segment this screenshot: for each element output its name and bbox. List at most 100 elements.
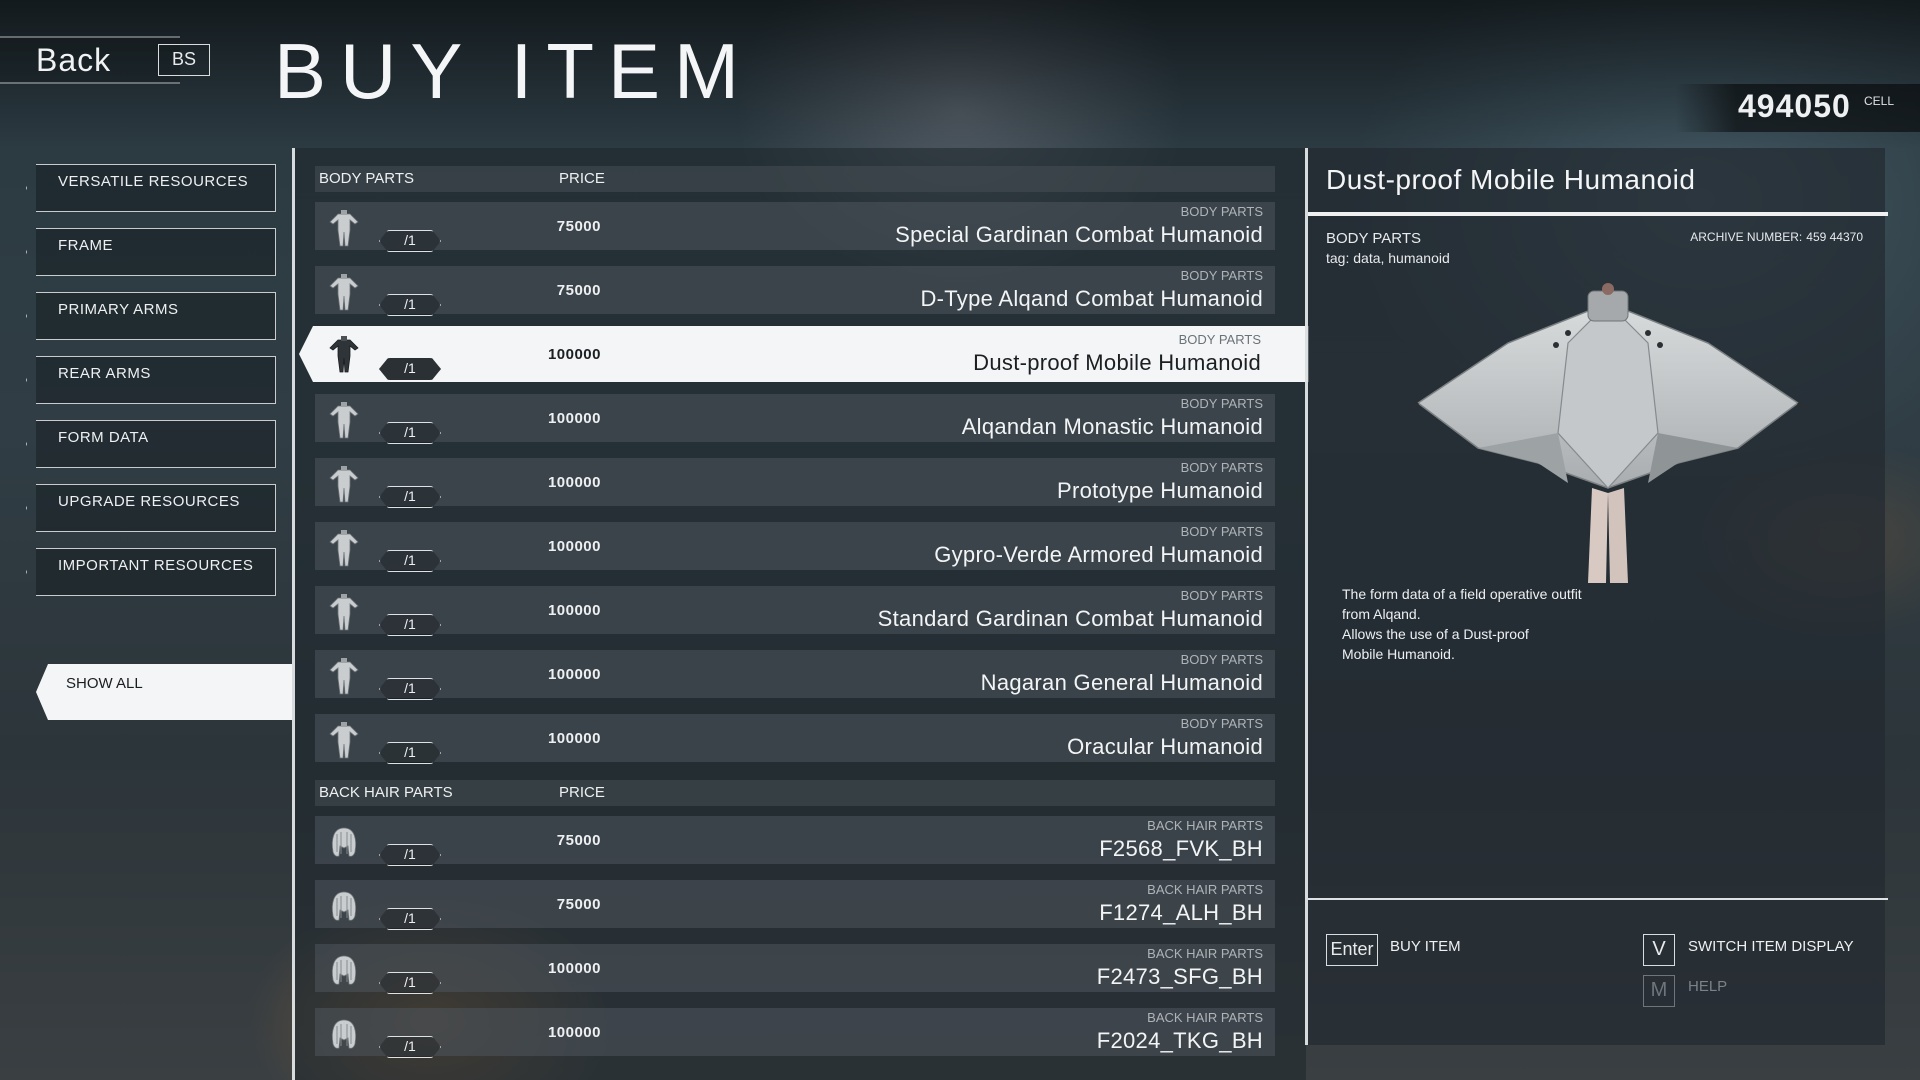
item-name: F2568_FVK_BH bbox=[1099, 836, 1263, 861]
item-category: BODY PARTS bbox=[1180, 716, 1263, 731]
item-price: 100000 bbox=[547, 474, 601, 491]
list-item[interactable]: /1 100000 BODY PARTS Standard Gardinan Comb… bbox=[315, 586, 1275, 634]
category-label: FORM DATA bbox=[58, 429, 149, 446]
list-item[interactable]: /1 75000 BODY PARTS Special Gardinan Combat… bbox=[315, 202, 1275, 250]
item-name: F2024_TKG_BH bbox=[1096, 1028, 1263, 1053]
detail-panel: Dust-proof Mobile Humanoid BODY PARTS ta… bbox=[1305, 148, 1888, 1045]
category-upgrade-resources[interactable]: UPGRADE RESOURCES bbox=[36, 484, 276, 532]
category-label: PRIMARY ARMS bbox=[58, 301, 179, 318]
body-parts-icon bbox=[327, 656, 361, 696]
item-name: F1274_ALH_BH bbox=[1099, 900, 1263, 925]
category-versatile-resources[interactable]: VERSATILE RESOURCES bbox=[36, 164, 276, 212]
quantity-badge: /1 bbox=[379, 614, 441, 636]
category-label: UPGRADE RESOURCES bbox=[58, 493, 240, 510]
quantity-label: /1 bbox=[379, 742, 441, 764]
list-item[interactable]: /1 100000 BODY PARTS Gypro-Verde Armored Hu… bbox=[315, 522, 1275, 570]
item-category: BODY PARTS bbox=[1180, 268, 1263, 283]
description-line: The form data of a field operative outfi… bbox=[1342, 586, 1582, 602]
quantity-label: /1 bbox=[379, 358, 441, 380]
item-category: BODY PARTS bbox=[1180, 396, 1263, 411]
quantity-label: /1 bbox=[379, 844, 441, 866]
item-price: 100000 bbox=[547, 538, 601, 555]
body-parts-icon bbox=[327, 272, 361, 312]
description-line: Mobile Humanoid. bbox=[1342, 646, 1455, 662]
description-line: Allows the use of a Dust-proof bbox=[1342, 626, 1529, 642]
back-hair-icon bbox=[327, 1014, 361, 1054]
category-rear-arms[interactable]: REAR ARMS bbox=[36, 356, 276, 404]
item-name: Nagaran General Humanoid bbox=[980, 670, 1263, 695]
item-category: BODY PARTS bbox=[1180, 204, 1263, 219]
list-item[interactable]: /1 100000 BODY PARTS Nagaran General Humano… bbox=[315, 650, 1275, 698]
item-price: 100000 bbox=[547, 1024, 601, 1041]
quantity-badge: /1 bbox=[379, 1036, 441, 1058]
body-parts-icon bbox=[327, 464, 361, 504]
archive-label: ARCHIVE NUMBER: bbox=[1690, 230, 1803, 244]
quantity-label: /1 bbox=[379, 908, 441, 930]
list-item[interactable]: /1 75000 BODY PARTS D-Type Alqand Combat Hu… bbox=[315, 266, 1275, 314]
item-price: 100000 bbox=[547, 666, 601, 683]
item-price: 100000 bbox=[547, 602, 601, 619]
price-column-header: PRICE bbox=[559, 784, 605, 801]
item-name: Standard Gardinan Combat Humanoid bbox=[877, 606, 1263, 631]
quantity-badge: /1 bbox=[379, 486, 441, 508]
enter-key-hint: Enter bbox=[1326, 934, 1378, 966]
list-item[interactable]: /1 100000 BODY PARTS Alqandan Monastic Huma… bbox=[315, 394, 1275, 442]
item-preview-image bbox=[1410, 283, 1806, 583]
item-category: BODY PARTS bbox=[1180, 652, 1263, 667]
list-item[interactable]: /1 100000 BODY PARTS Dust-proof Mobile Huma… bbox=[299, 326, 1309, 382]
category-primary-arms[interactable]: PRIMARY ARMS bbox=[36, 292, 276, 340]
buy-item-button[interactable]: BUY ITEM bbox=[1390, 938, 1461, 955]
item-description: The form data of a field operative outfi… bbox=[1342, 584, 1642, 664]
item-category: BODY PARTS bbox=[1180, 460, 1263, 475]
back-hair-icon bbox=[327, 950, 361, 990]
item-name: Dust-proof Mobile Humanoid bbox=[973, 350, 1261, 375]
item-category: BACK HAIR PARTS bbox=[1147, 882, 1263, 897]
category-form-data[interactable]: FORM DATA bbox=[36, 420, 276, 468]
show-all-label: SHOW ALL bbox=[66, 675, 143, 692]
back-label: Back bbox=[36, 42, 112, 78]
detail-title: Dust-proof Mobile Humanoid bbox=[1326, 164, 1696, 195]
quantity-badge: /1 bbox=[379, 908, 441, 930]
item-name: Prototype Humanoid bbox=[1057, 478, 1263, 503]
quantity-badge: /1 bbox=[379, 678, 441, 700]
body-parts-icon bbox=[327, 528, 361, 568]
currency-unit: CELL bbox=[1864, 94, 1895, 108]
back-button[interactable]: Back bbox=[0, 36, 180, 84]
list-item[interactable]: /1 75000 BACK HAIR PARTS F1274_ALH_BH bbox=[315, 880, 1275, 928]
detail-category: BODY PARTS bbox=[1326, 230, 1422, 247]
archive-number: ARCHIVE NUMBER: 459 44370 bbox=[1690, 230, 1863, 244]
list-item[interactable]: /1 100000 BODY PARTS Oracular Humanoid bbox=[315, 714, 1275, 762]
help-button[interactable]: HELP bbox=[1688, 978, 1727, 995]
back-hair-icon bbox=[327, 822, 361, 862]
item-name: Alqandan Monastic Humanoid bbox=[961, 414, 1263, 439]
section-title: BODY PARTS bbox=[319, 170, 415, 187]
detail-divider bbox=[1308, 212, 1888, 216]
quantity-badge: /1 bbox=[379, 294, 441, 316]
item-price: 75000 bbox=[556, 282, 601, 299]
bs-key-hint: BS bbox=[158, 44, 210, 76]
section-title: BACK HAIR PARTS bbox=[319, 784, 453, 801]
item-price: 75000 bbox=[556, 218, 601, 235]
list-item[interactable]: /1 100000 BACK HAIR PARTS F2473_SFG_BH bbox=[315, 944, 1275, 992]
list-item[interactable]: /1 75000 BACK HAIR PARTS F2568_FVK_BH bbox=[315, 816, 1275, 864]
quantity-label: /1 bbox=[379, 230, 441, 252]
quantity-badge: /1 bbox=[379, 742, 441, 764]
m-key-hint: M bbox=[1643, 975, 1675, 1007]
list-item[interactable]: /1 100000 BACK HAIR PARTS F2024_TKG_BH bbox=[315, 1008, 1275, 1056]
category-frame[interactable]: FRAME bbox=[36, 228, 276, 276]
show-all-button[interactable]: SHOW ALL bbox=[36, 664, 292, 720]
category-important-resources[interactable]: IMPORTANT RESOURCES bbox=[36, 548, 276, 596]
quantity-label: /1 bbox=[379, 972, 441, 994]
quantity-badge: /1 bbox=[379, 550, 441, 572]
body-parts-icon bbox=[327, 592, 361, 632]
item-category: BODY PARTS bbox=[1180, 524, 1263, 539]
switch-item-display-button[interactable]: SWITCH ITEM DISPLAY bbox=[1688, 938, 1854, 955]
quantity-badge: /1 bbox=[379, 358, 441, 380]
item-list[interactable]: BODY PARTS PRICE/1 75000 BODY PARTS Special … bbox=[292, 148, 1309, 1080]
item-price: 100000 bbox=[547, 410, 601, 427]
list-item[interactable]: /1 100000 BODY PARTS Prototype Humanoid bbox=[315, 458, 1275, 506]
body-parts-icon bbox=[327, 334, 361, 374]
v-key-hint: V bbox=[1643, 934, 1675, 966]
item-price: 75000 bbox=[556, 896, 601, 913]
currency-value: 494050 bbox=[1738, 88, 1851, 124]
